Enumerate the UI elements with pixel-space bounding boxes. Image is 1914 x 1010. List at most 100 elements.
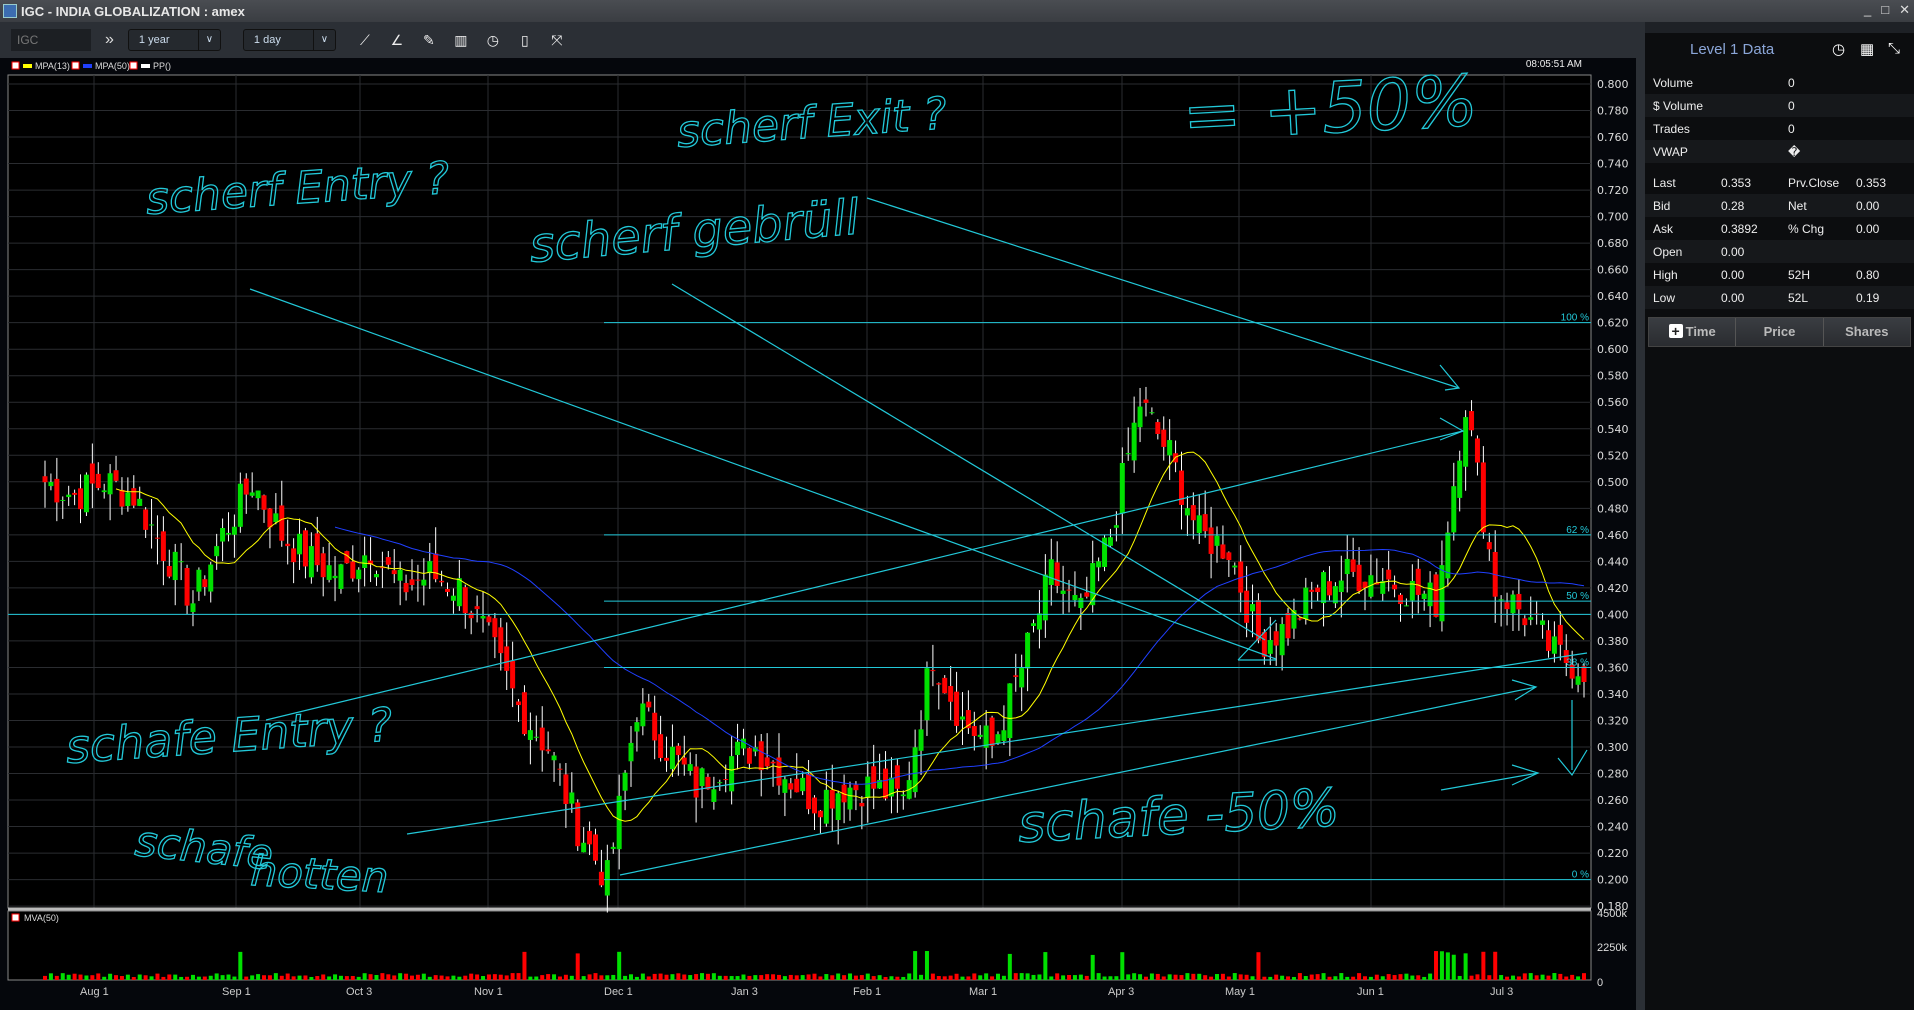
- volume-bar: [1404, 973, 1409, 980]
- bar-chart-icon[interactable]: ▥: [452, 31, 470, 49]
- y-tick-label: 0.700: [1597, 211, 1629, 224]
- symbol-input[interactable]: [11, 29, 91, 51]
- clock-icon[interactable]: ◷: [484, 31, 502, 49]
- data-row: Open 0.00: [1645, 240, 1914, 263]
- y-tick-label: 0.640: [1597, 290, 1629, 303]
- brush-icon[interactable]: ✎: [420, 31, 438, 49]
- plus-icon[interactable]: +: [1668, 324, 1683, 338]
- volume-bar: [167, 974, 172, 980]
- candle: [332, 575, 338, 579]
- y-tick-label: 0.420: [1597, 582, 1629, 595]
- maximize-button[interactable]: □: [1881, 2, 1889, 18]
- volume-bar: [404, 973, 409, 980]
- volume-bar: [1422, 976, 1427, 980]
- volume-bar: [185, 976, 190, 980]
- candle: [930, 670, 936, 672]
- study-chart-icon[interactable]: ∠: [388, 31, 406, 49]
- candle: [391, 570, 397, 575]
- candle: [1113, 525, 1119, 528]
- legend-swatch: [141, 64, 150, 68]
- candle: [1001, 730, 1007, 742]
- cell: 0.28: [1721, 198, 1745, 213]
- candle: [1326, 581, 1332, 596]
- candle: [924, 668, 930, 721]
- candle: [1315, 587, 1321, 593]
- volume-bar: [865, 973, 870, 980]
- volume-bar: [1096, 973, 1101, 980]
- expand-icon[interactable]: »: [105, 31, 114, 49]
- volume-bar: [1132, 973, 1137, 980]
- calendar-icon[interactable]: ▦: [1860, 40, 1874, 58]
- volume-bar: [936, 976, 941, 980]
- candle: [1214, 535, 1220, 546]
- volume-bar: [220, 975, 225, 980]
- volume-bar: [96, 973, 101, 980]
- column-price[interactable]: Price: [1736, 318, 1824, 346]
- y-tick-label: 0.340: [1597, 688, 1629, 701]
- collapse-icon[interactable]: ⤡: [1888, 40, 1900, 57]
- volume-bar: [1505, 976, 1510, 980]
- candle: [817, 810, 823, 818]
- volume-bar: [901, 976, 906, 980]
- candle: [865, 776, 871, 798]
- candle: [1516, 593, 1522, 610]
- close-button[interactable]: ✕: [1899, 2, 1910, 18]
- volume-bar: [421, 973, 426, 980]
- candle: [711, 789, 717, 802]
- candle: [1575, 676, 1581, 685]
- volume-bar: [1007, 953, 1012, 980]
- volume-bar: [705, 973, 710, 980]
- volume-bar: [173, 974, 178, 980]
- volume-bar: [842, 975, 847, 980]
- volume-bar: [1025, 973, 1030, 980]
- candle: [853, 784, 859, 791]
- volume-bar: [409, 975, 414, 980]
- candle: [883, 768, 889, 799]
- cell: High: [1653, 267, 1678, 282]
- candle: [1433, 574, 1439, 617]
- volume-bar: [735, 976, 740, 980]
- volume-bar: [688, 975, 693, 980]
- price-chart[interactable]: 0.800 0.780 0.760 0.740 0.720 0.700 0.680 0.660…: [0, 58, 1636, 1010]
- y-tick-label: 0.600: [1597, 343, 1629, 356]
- range-select[interactable]: 1 year ∨: [127, 29, 221, 51]
- volume-bar: [788, 974, 793, 980]
- candle: [847, 787, 853, 810]
- data-row: Low 0.00 52L 0.19: [1645, 286, 1914, 309]
- candle: [1220, 544, 1226, 559]
- clock-icon[interactable]: ◷: [1832, 40, 1845, 58]
- volume-bar: [481, 976, 486, 980]
- document-icon[interactable]: ▯: [516, 31, 534, 49]
- volume-bar: [1274, 974, 1279, 980]
- volume-bar: [102, 976, 107, 980]
- fullscreen-icon[interactable]: ⤧: [548, 31, 566, 49]
- chart-area[interactable]: 0.800 0.780 0.760 0.740 0.720 0.700 0.680 0.660…: [0, 58, 1636, 1010]
- volume-bar: [43, 975, 47, 980]
- line-chart-icon[interactable]: ⟋: [356, 31, 374, 49]
- volume-bar: [285, 973, 290, 980]
- volume-bar: [303, 975, 308, 980]
- volume-bar: [398, 973, 403, 980]
- x-tick-label: May 1: [1225, 986, 1255, 998]
- row-value: �: [1788, 144, 1801, 159]
- candle: [362, 555, 368, 569]
- candle: [445, 588, 451, 592]
- candle: [1581, 666, 1587, 682]
- volume-bar: [439, 975, 444, 980]
- candle: [131, 488, 137, 506]
- row-label: VWAP: [1653, 144, 1688, 159]
- candle: [723, 779, 729, 781]
- candle: [770, 761, 776, 764]
- column-time[interactable]: + Time: [1649, 318, 1737, 346]
- interval-select[interactable]: 1 day ∨: [242, 29, 336, 51]
- candle: [214, 546, 220, 557]
- panel-splitter[interactable]: [1636, 22, 1645, 1010]
- volume-bar: [1167, 974, 1172, 980]
- column-shares[interactable]: Shares: [1824, 318, 1910, 346]
- volume-bar: [1049, 976, 1054, 980]
- volume-bar: [1226, 976, 1231, 980]
- volume-bar: [1179, 975, 1184, 980]
- minimize-button[interactable]: _: [1864, 2, 1871, 18]
- cell: Ask: [1653, 221, 1674, 236]
- candle: [1297, 618, 1303, 620]
